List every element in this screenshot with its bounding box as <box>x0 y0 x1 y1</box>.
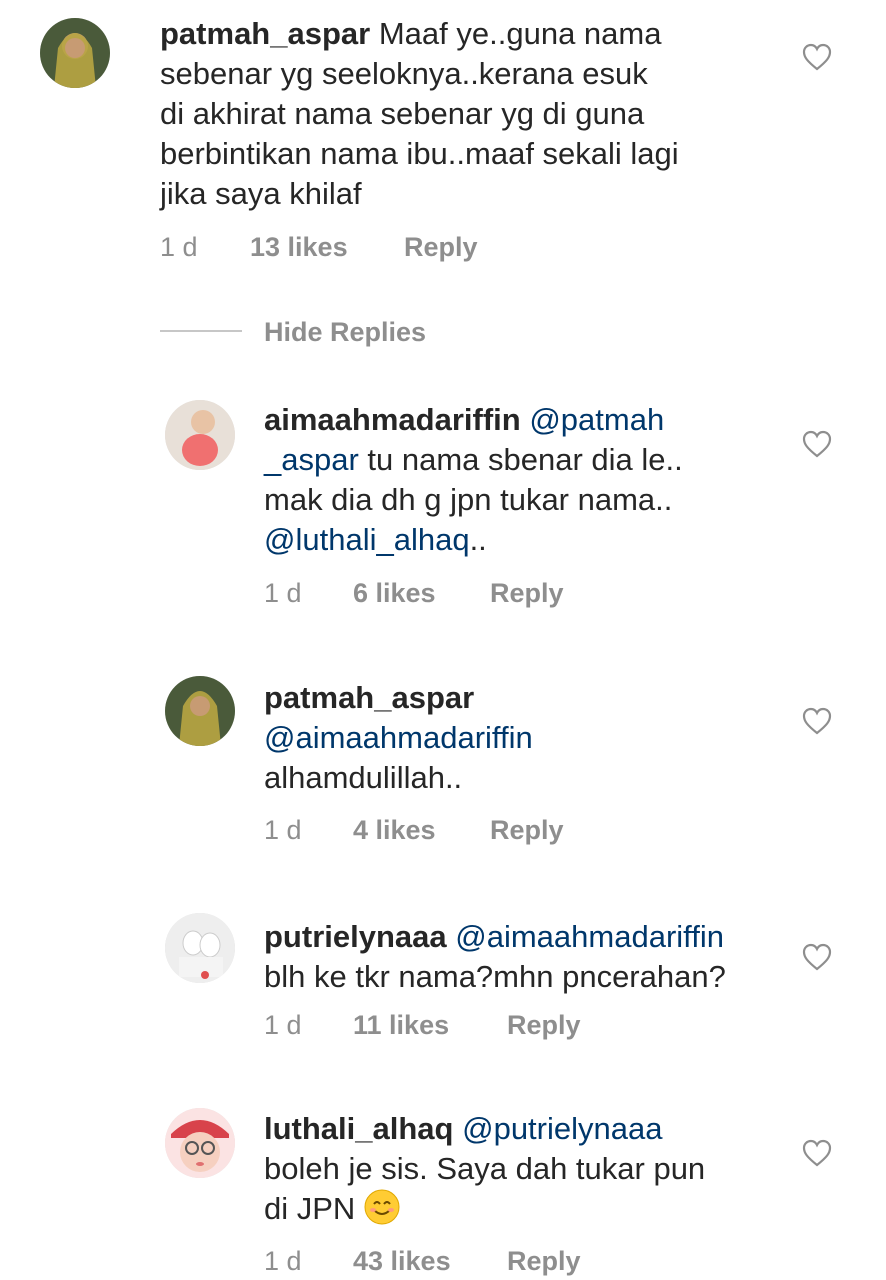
reply-luthali-alhaq: luthali_alhaq @putrielynaaa boleh je sis… <box>0 1100 886 1280</box>
reply-button[interactable]: Reply <box>490 578 564 609</box>
timestamp: 1 d <box>264 578 302 608</box>
reply-button[interactable]: Reply <box>507 1010 581 1041</box>
hide-replies-button[interactable]: Hide Replies <box>160 312 560 352</box>
avatar[interactable] <box>165 400 235 470</box>
timestamp: 1 d <box>264 1246 302 1276</box>
username[interactable]: patmah_aspar <box>160 16 370 51</box>
hide-replies-label: Hide Replies <box>264 317 427 347</box>
timestamp: 1 d <box>264 815 302 845</box>
comment-text: patmah_aspar Maaf ye..guna nama sebenar … <box>160 16 679 211</box>
divider <box>160 330 242 332</box>
mention[interactable]: @aimaahmadariffin <box>455 919 724 954</box>
mention[interactable]: @luthali_alhaq <box>264 522 470 557</box>
mention[interactable]: @aimaahmadariffin <box>264 720 533 755</box>
heart-outline-icon[interactable] <box>802 943 832 971</box>
comment-text: luthali_alhaq @putrielynaaa boleh je sis… <box>264 1111 706 1226</box>
comment-text: patmah_aspar @aimaahmadariffin alhamduli… <box>264 680 533 795</box>
comment-patmah-aspar: patmah_aspar Maaf ye..guna nama sebenar … <box>0 0 886 290</box>
likes-count[interactable]: 11 likes <box>353 1010 449 1041</box>
timestamp: 1 d <box>160 232 198 262</box>
smiling-face-emoji <box>364 1189 400 1225</box>
username[interactable]: aimaahmadariffin <box>264 402 521 437</box>
reply-button[interactable]: Reply <box>404 232 478 263</box>
avatar[interactable] <box>165 913 235 983</box>
likes-count[interactable]: 4 likes <box>353 815 436 846</box>
username[interactable]: putrielynaaa <box>264 919 447 954</box>
avatar[interactable] <box>165 676 235 746</box>
reply-button[interactable]: Reply <box>507 1246 581 1277</box>
heart-outline-icon[interactable] <box>802 707 832 735</box>
reply-button[interactable]: Reply <box>490 815 564 846</box>
heart-outline-icon[interactable] <box>802 1139 832 1167</box>
comment-text: putrielynaaa @aimaahmadariffin blh ke tk… <box>264 919 726 994</box>
avatar[interactable] <box>165 1108 235 1178</box>
likes-count[interactable]: 6 likes <box>353 578 436 609</box>
likes-count[interactable]: 13 likes <box>250 232 348 263</box>
mention[interactable]: @patmah <box>529 402 664 437</box>
likes-count[interactable]: 43 likes <box>353 1246 451 1277</box>
reply-putrielynaaa: putrielynaaa @aimaahmadariffin blh ke tk… <box>0 905 886 1055</box>
heart-outline-icon[interactable] <box>802 43 832 71</box>
username[interactable]: luthali_alhaq <box>264 1111 453 1146</box>
mention-cont[interactable]: _aspar <box>264 442 359 477</box>
comment-text: aimaahmadariffin @patmah _aspar tu nama … <box>264 402 683 557</box>
timestamp: 1 d <box>264 1010 302 1040</box>
reply-patmah-aspar: patmah_aspar @aimaahmadariffin alhamduli… <box>0 670 886 860</box>
avatar[interactable] <box>40 18 110 88</box>
reply-aimaahmadariffin: aimaahmadariffin @patmah _aspar tu nama … <box>0 390 886 630</box>
mention[interactable]: @putrielynaaa <box>462 1111 662 1146</box>
username[interactable]: patmah_aspar <box>264 680 474 715</box>
heart-outline-icon[interactable] <box>802 430 832 458</box>
